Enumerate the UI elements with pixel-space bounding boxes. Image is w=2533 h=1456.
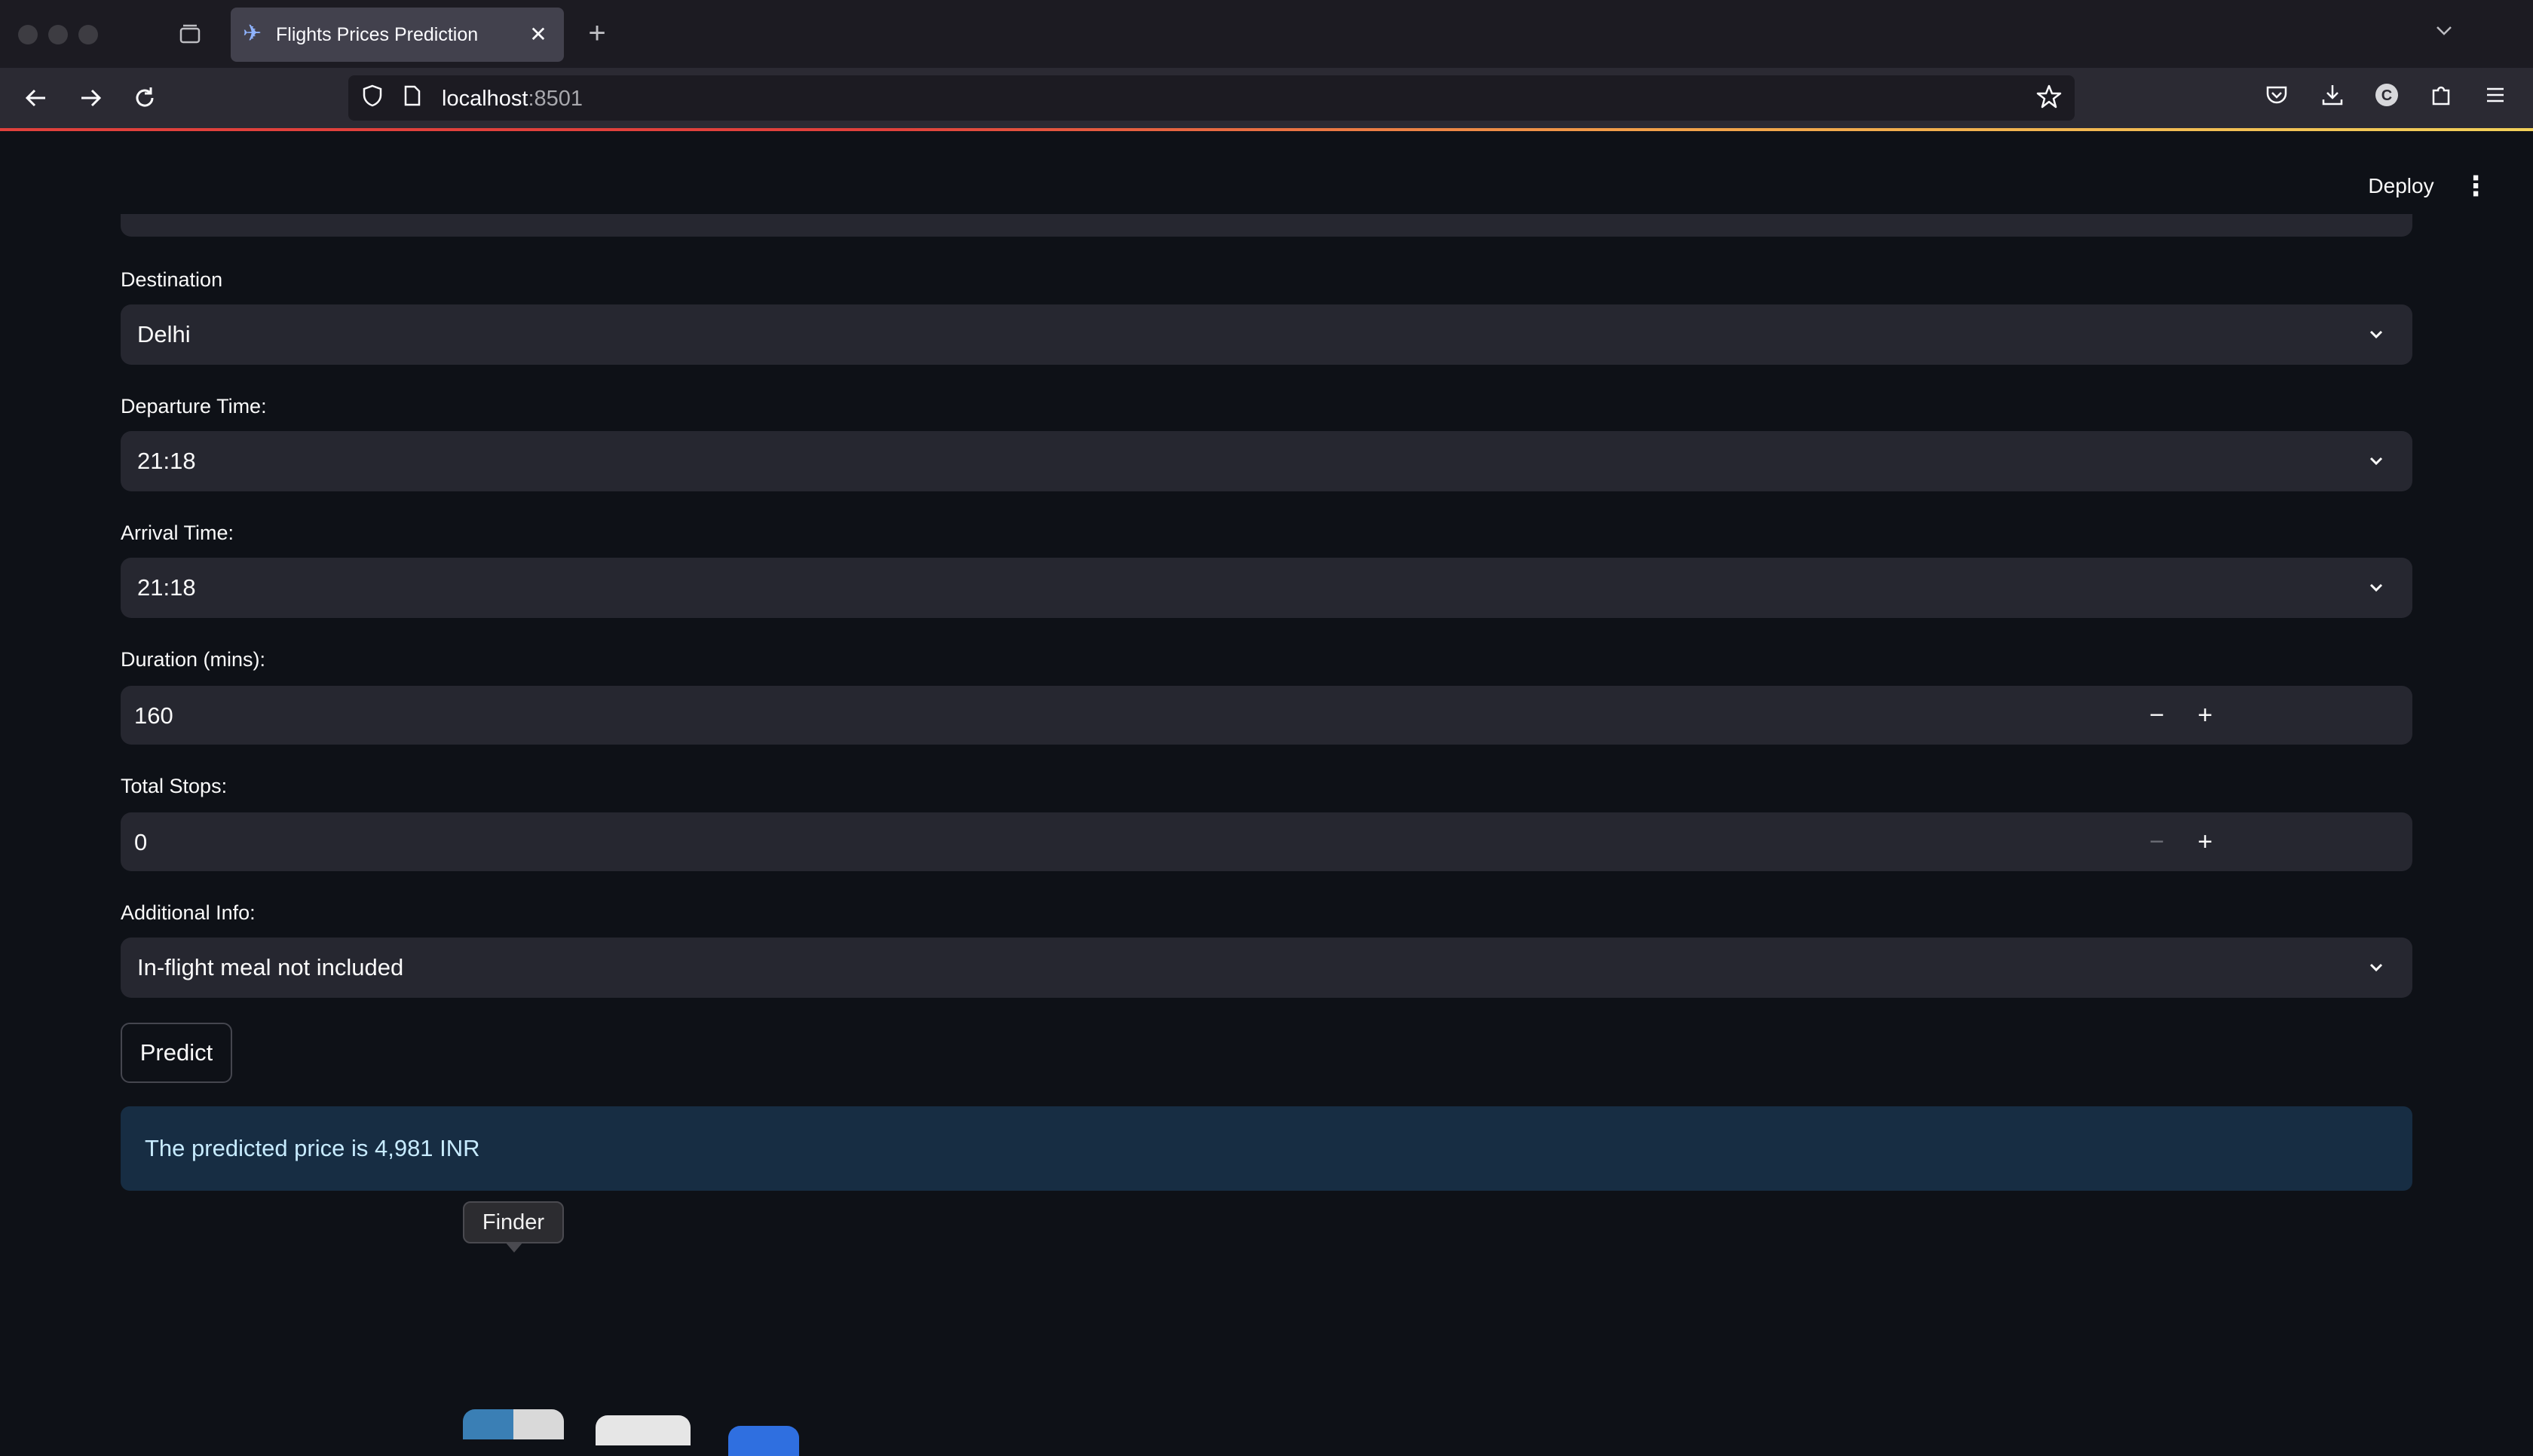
browser-nav-bar: localhost:8501 C xyxy=(0,68,2533,128)
tab-overview-icon[interactable] xyxy=(175,20,205,50)
address-bar[interactable]: localhost:8501 xyxy=(348,75,2075,121)
chevron-down-icon xyxy=(2361,446,2391,476)
extensions-icon[interactable] xyxy=(2424,81,2458,115)
duration-number-input[interactable]: 160 − + xyxy=(121,686,2412,745)
svg-text:C: C xyxy=(2381,87,2392,104)
additional-info-label: Additional Info: xyxy=(121,901,256,924)
arrival-time-label: Arrival Time: xyxy=(121,522,234,544)
additional-info-select[interactable]: In-flight meal not included xyxy=(121,938,2412,998)
shield-icon[interactable] xyxy=(357,83,387,113)
departure-time-select[interactable]: 21:18 xyxy=(121,431,2412,491)
page-info-icon[interactable] xyxy=(397,83,427,113)
chevron-down-icon xyxy=(2361,573,2391,603)
total-stops-number-input[interactable]: 0 − + xyxy=(121,812,2412,871)
url-port: :8501 xyxy=(528,87,583,111)
decrement-minus-icon[interactable]: − xyxy=(2135,820,2179,864)
dock-app-icon[interactable] xyxy=(596,1415,691,1445)
duration-value[interactable]: 160 xyxy=(134,702,173,730)
pocket-icon[interactable] xyxy=(2260,81,2293,115)
close-tab-icon[interactable]: ✕ xyxy=(523,20,553,50)
destination-value: Delhi xyxy=(137,321,191,347)
arrival-time-value: 21:18 xyxy=(137,574,196,601)
deploy-button[interactable]: Deploy xyxy=(2352,167,2450,205)
increment-plus-icon[interactable]: + xyxy=(2183,693,2227,737)
additional-info-value: In-flight meal not included xyxy=(137,954,404,980)
new-tab-plus-icon[interactable]: + xyxy=(580,18,614,51)
minimize-window-button[interactable] xyxy=(48,25,68,44)
duration-label: Duration (mins): xyxy=(121,648,266,671)
dock-tooltip-tail xyxy=(505,1242,523,1253)
forward-arrow-icon[interactable] xyxy=(72,80,109,116)
url-host: localhost xyxy=(442,87,528,111)
prediction-result-alert: The predicted price is 4,981 INR xyxy=(121,1106,2412,1191)
tab-title: Flights Prices Prediction xyxy=(276,24,479,45)
list-all-tabs-chevron-icon[interactable] xyxy=(2429,20,2459,50)
dock-tooltip: Finder xyxy=(463,1201,564,1243)
zoom-window-button[interactable] xyxy=(78,25,98,44)
tab-flights-prices-prediction[interactable]: ✈ Flights Prices Prediction ✕ xyxy=(231,8,564,62)
destination-label: Destination xyxy=(121,268,223,291)
bookmark-star-icon[interactable] xyxy=(2034,83,2064,113)
close-window-button[interactable] xyxy=(18,25,38,44)
total-stops-label: Total Stops: xyxy=(121,775,228,797)
back-arrow-icon[interactable] xyxy=(18,80,54,116)
browser-tab-bar: ✈ Flights Prices Prediction ✕ + xyxy=(0,0,2533,68)
departure-time-value: 21:18 xyxy=(137,448,196,474)
increment-plus-icon[interactable]: + xyxy=(2183,820,2227,864)
downloads-icon[interactable] xyxy=(2316,81,2349,115)
account-avatar-icon[interactable]: C xyxy=(2370,81,2403,115)
prediction-result-text: The predicted price is 4,981 INR xyxy=(145,1135,480,1161)
menu-hamburger-icon[interactable] xyxy=(2479,81,2512,115)
airplane-icon: ✈ xyxy=(243,21,262,46)
dock-app-icon[interactable] xyxy=(728,1426,799,1456)
predict-button[interactable]: Predict xyxy=(121,1023,232,1083)
url-text: localhost:8501 xyxy=(442,87,583,112)
more-options-icon[interactable]: ⋮ xyxy=(2459,167,2492,205)
destination-select[interactable]: Delhi xyxy=(121,304,2412,365)
total-stops-value[interactable]: 0 xyxy=(134,829,147,856)
departure-time-label: Departure Time: xyxy=(121,395,267,418)
chevron-down-icon xyxy=(2361,320,2391,350)
app-main: Deploy ⋮ Destination Delhi Departure Tim… xyxy=(0,131,2533,1433)
finder-icon[interactable] xyxy=(463,1409,564,1439)
chevron-down-icon xyxy=(2361,953,2391,983)
source-select-partial[interactable] xyxy=(121,214,2412,237)
reload-icon[interactable] xyxy=(127,80,163,116)
arrival-time-select[interactable]: 21:18 xyxy=(121,558,2412,618)
decrement-minus-icon[interactable]: − xyxy=(2135,693,2179,737)
